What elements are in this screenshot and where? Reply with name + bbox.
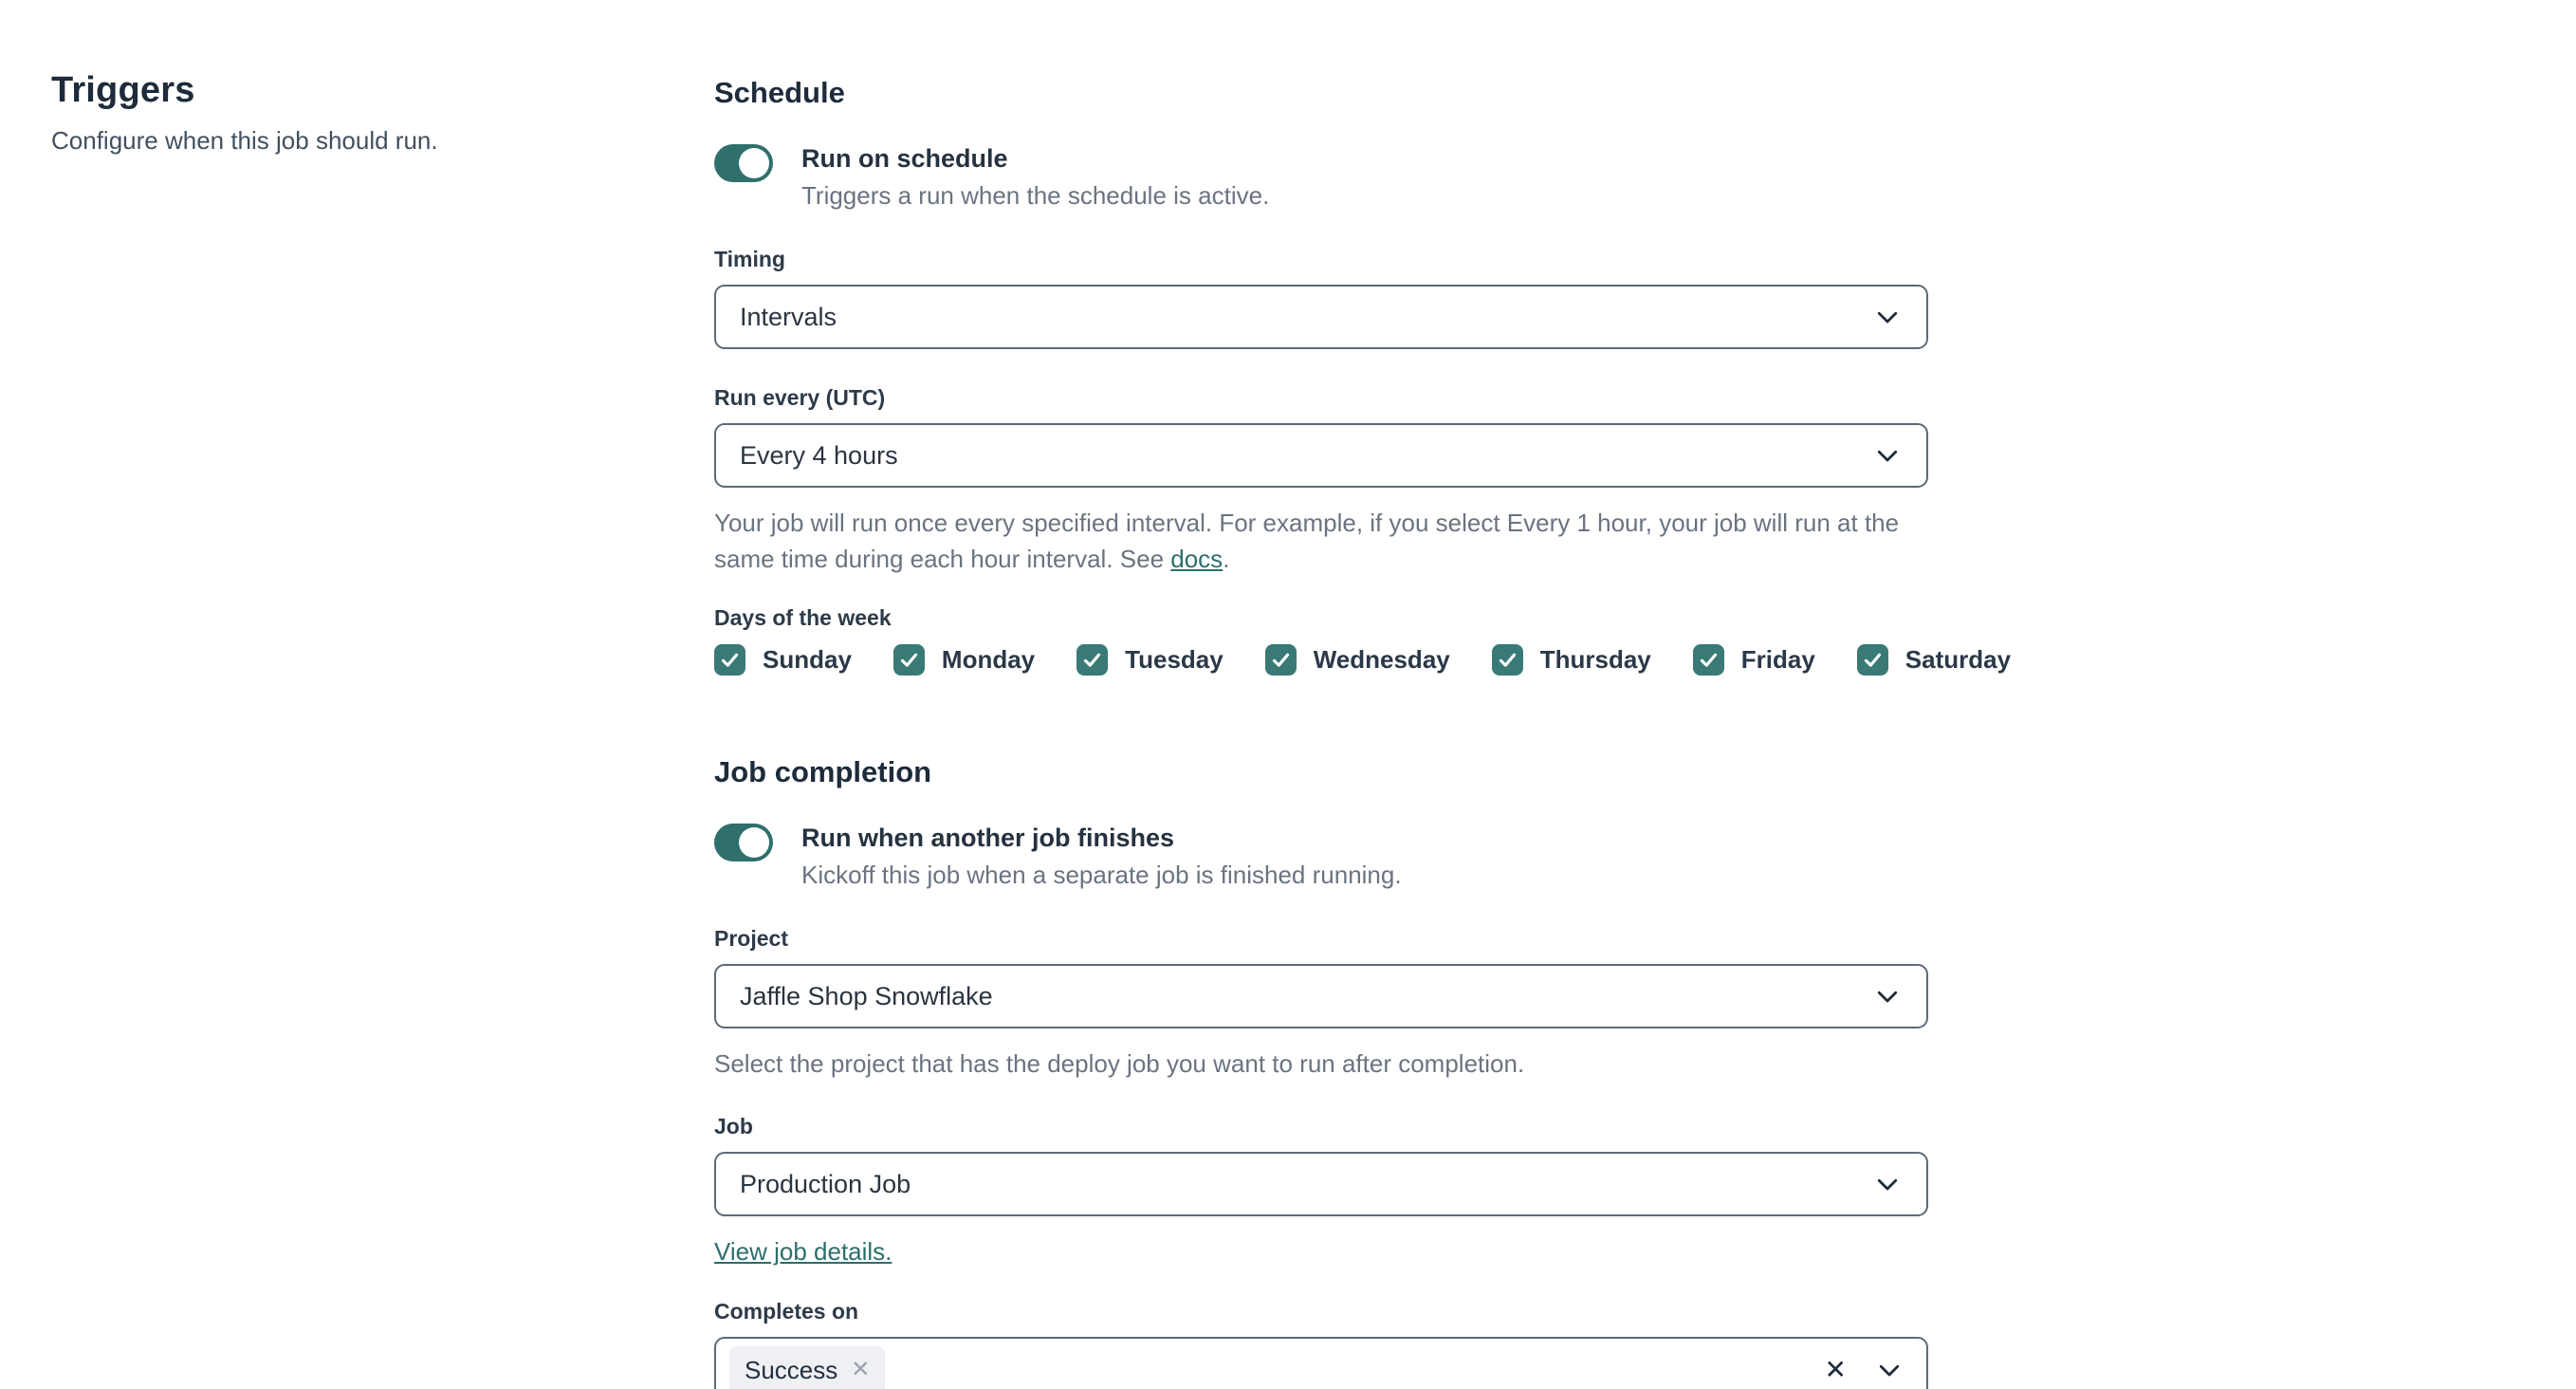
project-helper: Select the project that has the deploy j… [714,1049,1525,1078]
schedule-heading: Schedule [714,76,845,109]
chevron-down-icon [1873,982,1902,1010]
day-checkbox-saturday[interactable]: Saturday [1856,644,2012,676]
days-of-week-field: Days of the week Sunday Monday Tuesday W… [714,605,2011,676]
docs-link[interactable]: docs [1170,545,1223,573]
job-label: Job [714,1114,753,1139]
checkbox-checked-icon [1692,644,1724,676]
checkbox-checked-icon [892,644,925,676]
job-triggers-settings-page: Triggers Configure when this job should … [0,0,2576,1389]
job-completion-section: Job completion Run when another job fini… [714,755,1928,1389]
run-on-schedule-description: Triggers a run when the schedule is acti… [801,181,1270,210]
triggers-description-panel: Triggers Configure when this job should … [51,70,658,156]
project-label: Project [714,926,788,951]
project-select[interactable]: Jaffle Shop Snowflake [714,964,1928,1028]
chevron-down-icon [1873,303,1902,331]
completes-on-label: Completes on [714,1299,859,1324]
chevron-down-icon [1873,1170,1902,1198]
run-on-schedule-label: Run on schedule [801,144,1008,173]
triggers-form: Schedule Run on schedule Triggers a run … [714,76,2011,1389]
timing-label: Timing [714,247,785,271]
run-every-select-value: Every 4 hours [740,440,898,470]
day-checkbox-wednesday[interactable]: Wednesday [1264,644,1450,676]
days-of-week-label: Days of the week [714,605,892,630]
run-on-schedule-row: Run on schedule Triggers a run when the … [714,142,1928,211]
day-label: Sunday [763,645,852,674]
project-field: Project Jaffle Shop Snowflake Select the… [714,926,1928,1082]
job-field: Job Production Job View job details. [714,1114,1928,1267]
chevron-down-icon[interactable] [1875,1356,1904,1384]
checkbox-checked-icon [1491,644,1523,676]
job-completion-heading: Job completion [714,755,932,788]
tag-remove-x-icon[interactable]: ✕ [851,1359,870,1381]
page-subtitle: Configure when this job should run. [51,126,438,155]
timing-field: Timing Intervals [714,247,1928,349]
day-label: Saturday [1904,645,2012,674]
job-select-value: Production Job [740,1169,911,1198]
checkbox-checked-icon [1264,644,1297,676]
toggle-knob [739,827,769,858]
job-select[interactable]: Production Job [714,1152,1928,1216]
run-when-job-finishes-toggle[interactable] [714,824,773,861]
day-label: Wednesday [1313,645,1450,674]
toggle-knob [739,148,769,178]
selected-tag-success: Success ✕ [729,1345,886,1389]
day-label: Monday [941,645,1036,674]
page-title: Triggers [51,70,195,110]
clear-all-x-icon[interactable]: ✕ [1825,1357,1847,1383]
chevron-down-icon [1873,441,1902,470]
checkbox-checked-icon [1076,644,1109,676]
schedule-section: Schedule Run on schedule Triggers a run … [714,76,2011,676]
project-select-value: Jaffle Shop Snowflake [740,981,993,1010]
day-checkbox-monday[interactable]: Monday [892,644,1036,676]
completes-on-field: Completes on Success ✕ ✕ [714,1299,1928,1389]
day-label: Tuesday [1125,645,1224,674]
tag-label: Success [745,1355,838,1384]
completes-on-multiselect[interactable]: Success ✕ ✕ [714,1337,1928,1389]
run-every-label: Run every (UTC) [714,385,886,410]
run-every-helper: Your job will run once every specified i… [714,509,1900,573]
run-on-schedule-toggle[interactable] [714,144,773,182]
day-label: Thursday [1539,645,1651,674]
day-label: Friday [1740,645,1815,674]
checkbox-checked-icon [714,644,745,676]
timing-select[interactable]: Intervals [714,285,1928,349]
days-of-week-row: Sunday Monday Tuesday Wednesday Thursday… [714,644,2011,676]
day-checkbox-thursday[interactable]: Thursday [1491,644,1651,676]
view-job-details-link[interactable]: View job details. [714,1237,892,1266]
day-checkbox-tuesday[interactable]: Tuesday [1076,644,1224,676]
run-when-job-finishes-row: Run when another job finishes Kickoff th… [714,822,1928,890]
run-when-job-finishes-description: Kickoff this job when a separate job is … [801,861,1402,889]
run-every-field: Run every (UTC) Every 4 hours Your job w… [714,385,1928,577]
day-checkbox-sunday[interactable]: Sunday [714,644,852,676]
run-every-select[interactable]: Every 4 hours [714,423,1928,488]
run-when-job-finishes-label: Run when another job finishes [801,824,1175,852]
timing-select-value: Intervals [740,302,837,331]
checkbox-checked-icon [1856,644,1888,676]
day-checkbox-friday[interactable]: Friday [1692,644,1815,676]
